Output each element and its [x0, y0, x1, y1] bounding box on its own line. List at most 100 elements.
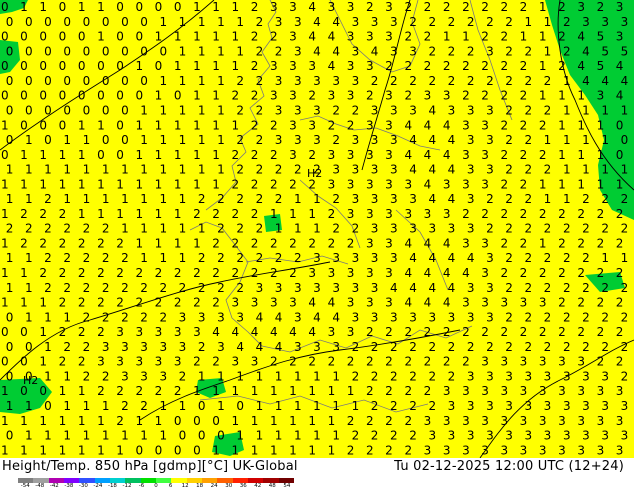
temp-value: 2: [270, 355, 278, 369]
temp-value: 1: [135, 414, 143, 428]
temp-value: 4: [409, 133, 417, 147]
temp-value: 1: [59, 443, 67, 457]
temp-value: 1: [174, 118, 182, 132]
temp-value: 3: [347, 177, 355, 191]
temp-value: 3: [289, 0, 297, 14]
temp-value: 1: [544, 192, 552, 206]
temp-value: 3: [597, 89, 605, 103]
temp-value: 3: [328, 89, 336, 103]
temp-value: 0: [25, 104, 33, 118]
temp-value: 1: [294, 192, 302, 206]
temp-value: 2: [212, 266, 220, 280]
temp-value: 1: [524, 15, 532, 29]
temp-value: 2: [443, 59, 451, 73]
temp-value: 1: [332, 369, 340, 383]
temp-value: 2: [193, 207, 201, 221]
temp-value: 2: [577, 266, 585, 280]
temp-value: 3: [481, 355, 489, 369]
temp-value: 1: [179, 104, 187, 118]
temp-value: 3: [467, 399, 475, 413]
temp-value: 3: [270, 296, 278, 310]
temp-value: 3: [289, 118, 297, 132]
temp-value: 2: [524, 281, 532, 295]
temp-value: 3: [121, 369, 129, 383]
temp-value: 3: [462, 237, 470, 251]
temp-value: 2: [520, 148, 528, 162]
temp-value: 0: [1, 30, 9, 44]
temp-value: 0: [621, 133, 629, 147]
temp-value: 1: [313, 399, 321, 413]
temp-value: 2: [198, 192, 206, 206]
temp-value: 2: [409, 429, 417, 443]
temp-value: 1: [236, 429, 244, 443]
temp-value: 2: [270, 266, 278, 280]
temp-value: 2: [428, 44, 436, 58]
temp-value: 2: [621, 340, 629, 354]
temp-value: 2: [231, 148, 239, 162]
temp-value: 1: [231, 59, 239, 73]
temp-value: 0: [102, 15, 110, 29]
temp-value: 2: [558, 296, 566, 310]
temp-value: 2: [39, 266, 47, 280]
temp-value: 2: [256, 104, 264, 118]
temp-value: 2: [140, 399, 148, 413]
temp-value: 3: [179, 310, 187, 324]
temp-value: 3: [467, 310, 475, 324]
temp-value: 1: [39, 414, 47, 428]
temp-value: 2: [236, 281, 244, 295]
temp-value: 2: [251, 59, 259, 73]
temp-value: 3: [481, 177, 489, 191]
temp-value: 0: [6, 429, 14, 443]
temp-value: 2: [366, 414, 374, 428]
temp-value: 3: [448, 310, 456, 324]
temp-value: 4: [275, 340, 283, 354]
temp-value: 4: [404, 118, 412, 132]
temp-value: 2: [616, 207, 624, 221]
temp-value: 1: [217, 369, 225, 383]
temp-value: 2: [59, 325, 67, 339]
temp-value: 1: [39, 177, 47, 191]
temp-value: 2: [462, 325, 470, 339]
temp-value: 2: [404, 384, 412, 398]
temp-value: 3: [313, 74, 321, 88]
temp-value: 3: [577, 443, 585, 457]
temp-value: 1: [212, 30, 220, 44]
temp-value: 3: [371, 133, 379, 147]
temp-value: 1: [179, 133, 187, 147]
temp-value: 1: [140, 104, 148, 118]
temp-value: 2: [404, 30, 412, 44]
temp-value: 2: [140, 281, 148, 295]
scale-label: -38: [64, 483, 74, 489]
temp-value: 1: [174, 148, 182, 162]
temp-value: 3: [289, 89, 297, 103]
temp-value: 2: [505, 15, 513, 29]
temp-value: 1: [289, 443, 297, 457]
temp-value: 1: [174, 30, 182, 44]
temp-value: 2: [505, 340, 513, 354]
temp-value: 1: [39, 296, 47, 310]
temp-value: 4: [448, 192, 456, 206]
temp-value: 0: [59, 30, 67, 44]
temp-value: 3: [328, 325, 336, 339]
temp-value: 2: [577, 237, 585, 251]
temp-value: 2: [544, 163, 552, 177]
temp-value: 1: [6, 163, 14, 177]
temp-value: 1: [135, 118, 143, 132]
temp-value: 2: [347, 118, 355, 132]
temp-value: 2: [448, 369, 456, 383]
temp-value: 1: [198, 163, 206, 177]
temp-value: 2: [597, 207, 605, 221]
temp-value: 2: [25, 222, 33, 236]
temp-value: 3: [275, 74, 283, 88]
temp-value: 3: [155, 355, 163, 369]
temp-value: 3: [121, 340, 129, 354]
temp-value: 2: [78, 355, 86, 369]
temp-value: 1: [217, 399, 225, 413]
weather-map[interactable]: 0110110000111233433232222222123230000000…: [0, 0, 634, 458]
temp-value: 1: [577, 89, 585, 103]
temp-value: 3: [500, 384, 508, 398]
temp-value: 3: [467, 104, 475, 118]
temp-value: 1: [601, 163, 609, 177]
temp-value: 1: [539, 30, 547, 44]
temp-value: 3: [270, 0, 278, 14]
